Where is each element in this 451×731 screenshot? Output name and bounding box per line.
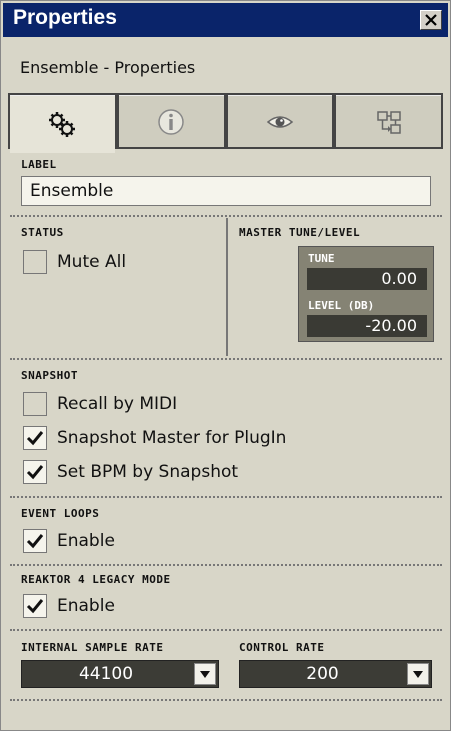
- legacy-enable-label: Enable: [57, 596, 115, 616]
- master-heading: MASTER TUNE/LEVEL: [239, 226, 361, 239]
- chevron-down-icon: [200, 671, 210, 678]
- mute-all-checkbox[interactable]: [23, 250, 47, 274]
- recall-by-midi-label: Recall by MIDI: [57, 394, 178, 414]
- divider: [10, 699, 442, 701]
- tab-connections[interactable]: [336, 95, 441, 147]
- checkmark-icon: [26, 465, 44, 480]
- title-bar[interactable]: Properties: [3, 3, 448, 37]
- snapshot-master-checkbox[interactable]: [23, 426, 47, 450]
- status-heading: STATUS: [21, 226, 64, 239]
- sample-rate-dropdown-button[interactable]: [194, 663, 216, 685]
- snapshot-master-label: Snapshot Master for PlugIn: [57, 428, 287, 448]
- close-button[interactable]: [420, 10, 442, 30]
- set-bpm-row[interactable]: Set BPM by Snapshot: [23, 460, 238, 484]
- tab-function[interactable]: [10, 95, 115, 153]
- set-bpm-label: Set BPM by Snapshot: [57, 462, 239, 482]
- event-loops-enable-checkbox[interactable]: [23, 529, 47, 553]
- snapshot-master-row[interactable]: Snapshot Master for PlugIn: [23, 426, 286, 450]
- info-icon: [158, 108, 184, 135]
- tune-label: TUNE: [308, 252, 335, 265]
- level-label: LEVEL (DB): [308, 299, 375, 312]
- event-loops-enable-label: Enable: [57, 531, 115, 551]
- event-loops-heading: EVENT LOOPS: [21, 507, 100, 520]
- control-rate-dropdown-button[interactable]: [407, 663, 429, 685]
- control-rate-heading: CONTROL RATE: [239, 641, 325, 654]
- recall-by-midi-checkbox[interactable]: [23, 392, 47, 416]
- tune-value-field[interactable]: 0.00: [307, 268, 427, 290]
- window-title: Properties: [13, 6, 117, 29]
- tab-info[interactable]: [118, 95, 224, 147]
- mute-all-row[interactable]: Mute All: [23, 250, 126, 274]
- chevron-down-icon: [413, 671, 423, 678]
- divider: [10, 564, 442, 566]
- legacy-mode-heading: REAKTOR 4 LEGACY MODE: [21, 573, 171, 586]
- event-loops-enable-row[interactable]: Enable: [23, 529, 115, 553]
- sample-rate-heading: INTERNAL SAMPLE RATE: [21, 641, 164, 654]
- sample-rate-value: 44100: [78, 664, 134, 684]
- control-rate-select[interactable]: 200: [239, 660, 432, 688]
- control-rate-value: 200: [306, 664, 339, 684]
- mute-all-label: Mute All: [57, 252, 127, 272]
- divider: [10, 496, 442, 498]
- legacy-enable-row[interactable]: Enable: [23, 594, 115, 618]
- eye-icon: [266, 115, 294, 128]
- divider: [10, 358, 442, 360]
- sample-rate-select[interactable]: 44100: [21, 660, 219, 688]
- label-heading: LABEL: [21, 158, 57, 171]
- snapshot-heading: SNAPSHOT: [21, 369, 78, 382]
- properties-window: Properties Ensemble - Properties LABEL E…: [0, 0, 451, 731]
- vertical-divider: [226, 218, 228, 356]
- checkmark-icon: [26, 599, 44, 614]
- close-icon: [425, 14, 437, 26]
- divider: [10, 215, 442, 217]
- level-value-field[interactable]: -20.00: [307, 315, 427, 337]
- set-bpm-checkbox[interactable]: [23, 460, 47, 484]
- checkmark-icon: [26, 431, 44, 446]
- gears-icon: [49, 111, 76, 137]
- checkmark-icon: [26, 534, 44, 549]
- tab-view[interactable]: [227, 95, 333, 147]
- divider: [10, 629, 442, 631]
- label-input[interactable]: Ensemble: [21, 176, 431, 206]
- tab-bar: [8, 93, 443, 153]
- window-subtitle: Ensemble - Properties: [20, 58, 196, 77]
- legacy-enable-checkbox[interactable]: [23, 594, 47, 618]
- master-tune-level-box: TUNE 0.00 LEVEL (DB) -20.00: [298, 246, 434, 342]
- connections-icon: [376, 110, 401, 134]
- recall-by-midi-row[interactable]: Recall by MIDI: [23, 392, 177, 416]
